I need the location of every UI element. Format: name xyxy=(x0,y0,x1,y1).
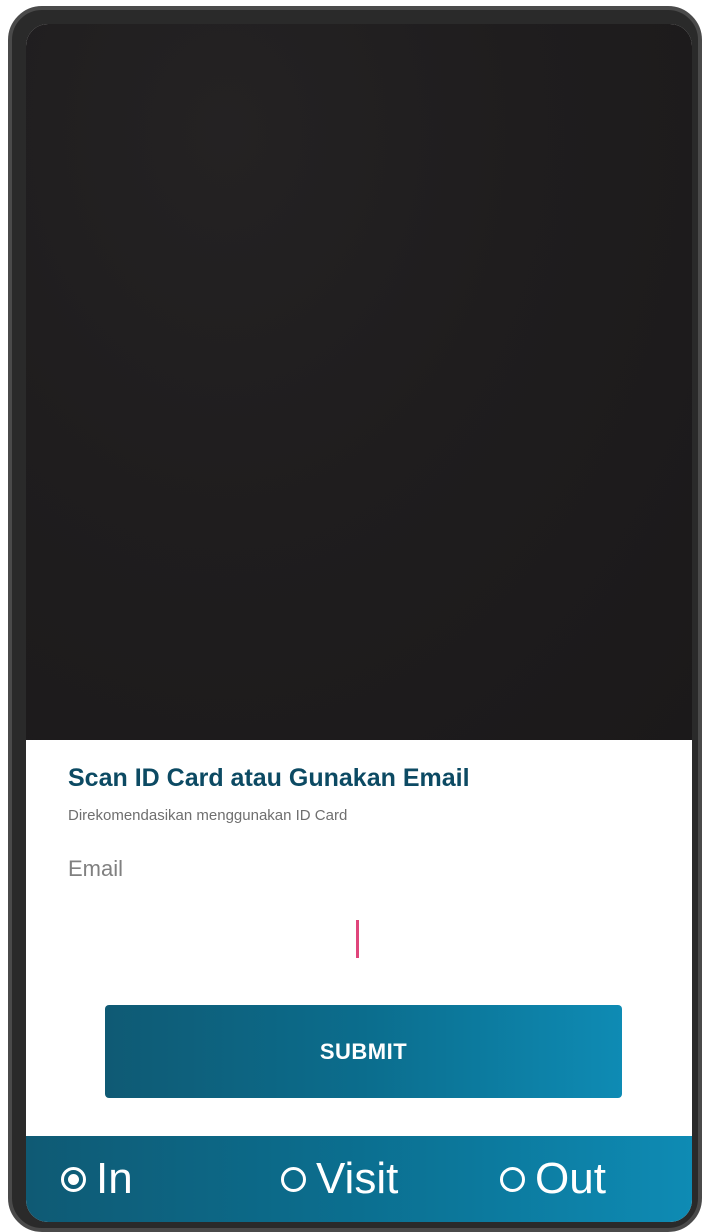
radio-option-out[interactable]: Out xyxy=(500,1136,606,1222)
page-subtitle: Direkomendasikan menggunakan ID Card xyxy=(68,807,348,824)
email-field-label: Email xyxy=(68,856,124,881)
device-frame: Scan ID Card atau Gunakan Email Direkome… xyxy=(8,6,702,1232)
email-field[interactable] xyxy=(68,910,650,966)
radio-option-in[interactable]: In xyxy=(61,1136,133,1222)
radio-unchecked-icon xyxy=(500,1166,525,1192)
scan-form-panel: Scan ID Card atau Gunakan Email Direkome… xyxy=(26,740,692,1136)
text-cursor xyxy=(356,920,359,958)
radio-checked-icon xyxy=(61,1166,86,1192)
camera-preview xyxy=(26,24,692,740)
radio-unchecked-icon xyxy=(281,1166,306,1192)
radio-label-in: In xyxy=(96,1154,133,1203)
app-screen: Scan ID Card atau Gunakan Email Direkome… xyxy=(26,24,692,1222)
radio-label-out: Out xyxy=(535,1154,606,1203)
mode-selector-bar: In Visit Out xyxy=(26,1136,692,1222)
submit-button[interactable]: SUBMIT xyxy=(105,1005,622,1098)
radio-label-visit: Visit xyxy=(316,1154,399,1203)
page-title: Scan ID Card atau Gunakan Email xyxy=(68,764,470,792)
radio-option-visit[interactable]: Visit xyxy=(281,1136,398,1222)
